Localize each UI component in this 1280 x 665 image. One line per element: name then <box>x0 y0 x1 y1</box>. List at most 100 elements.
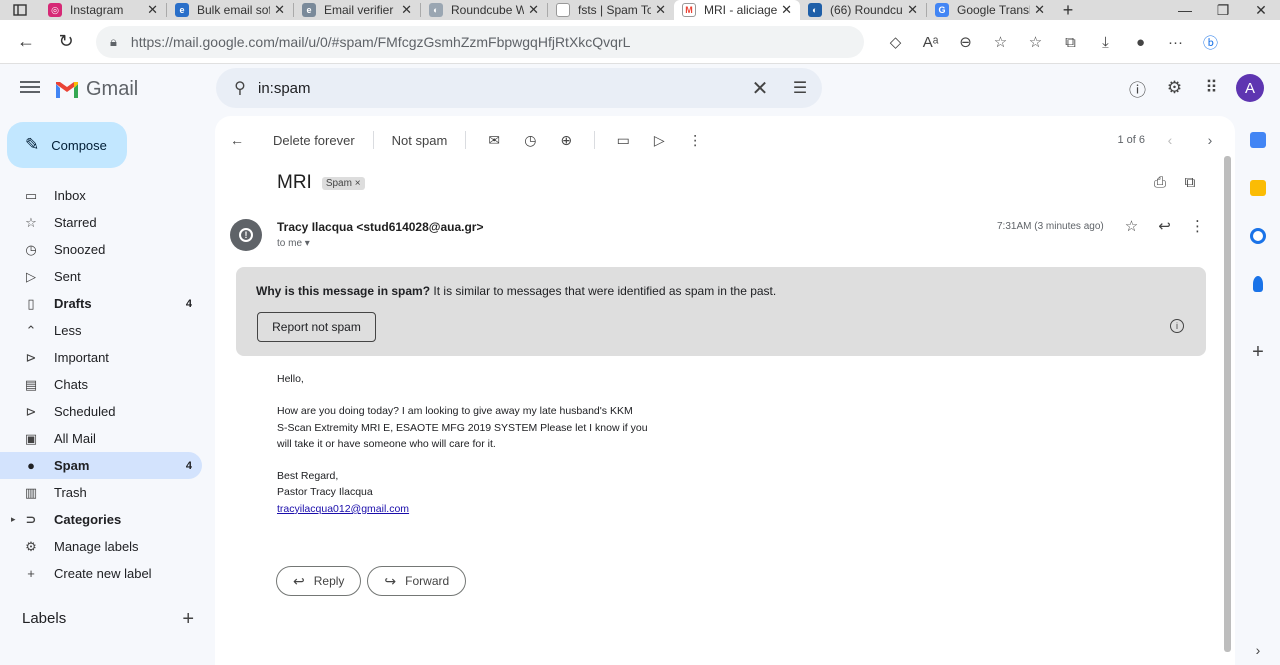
sidebar-item-starred[interactable]: ☆ Starred <box>0 209 202 236</box>
favorites-icon[interactable]: ☆ <box>1018 33 1053 51</box>
move-to-icon[interactable]: ▭ <box>605 132 641 149</box>
tracking-icon[interactable]: ◇ <box>878 33 913 51</box>
more-vert-icon[interactable]: ⋮ <box>1181 217 1214 235</box>
print-icon[interactable]: ⎙ <box>1145 174 1175 191</box>
browser-tab[interactable]: e Bulk email sof ✕ <box>167 0 293 20</box>
get-addons-icon[interactable]: + <box>1236 341 1280 364</box>
search-icon[interactable]: ⚲ <box>222 78 258 98</box>
label-as-icon[interactable]: ▷ <box>641 132 677 149</box>
browser-tab[interactable]: ◐ Roundcube W ✕ <box>421 0 547 20</box>
gmail-logo[interactable]: Gmail <box>54 78 138 101</box>
report-not-spam-button[interactable]: Report not spam <box>257 312 376 342</box>
sidebar-item-important[interactable]: ⊳ Important <box>0 344 202 371</box>
open-new-window-icon[interactable]: ⧉ <box>1175 174 1205 191</box>
tab-close-icon[interactable]: ✕ <box>401 2 412 18</box>
help-icon[interactable]: ⓘ <box>1119 76 1156 101</box>
sidebar-item-scheduled[interactable]: ⊳ Scheduled <box>0 398 202 425</box>
sidebar-item-snoozed[interactable]: ◷ Snoozed <box>0 236 202 263</box>
close-window-icon[interactable]: ✕ <box>1242 0 1280 20</box>
sidebar-item-create-new-label[interactable]: + Create new label <box>0 560 202 587</box>
tab-close-icon[interactable]: ✕ <box>274 2 285 18</box>
settings-gear-icon[interactable]: ⚙ <box>1156 78 1193 98</box>
main-menu-icon[interactable] <box>20 78 40 98</box>
expand-panel-icon[interactable]: › <box>1236 642 1280 658</box>
address-bar[interactable]: 🔒︎ https://mail.google.com/mail/u/0/#spa… <box>96 26 864 58</box>
sender-name[interactable]: Tracy Ilacqua <stud614028@aua.gr> <box>277 220 483 234</box>
add-task-icon[interactable]: ⊕ <box>548 132 584 149</box>
browser-tab[interactable]: fsts | Spam To ✕ <box>548 0 674 20</box>
chevron-up-icon: ⌃ <box>25 322 37 338</box>
tab-close-icon[interactable]: ✕ <box>781 2 792 18</box>
search-bar[interactable]: ⚲ in:spam ✕ ☰ <box>216 68 822 108</box>
sidebar-item-label: Scheduled <box>54 404 116 419</box>
tasks-icon[interactable] <box>1236 212 1280 260</box>
mark-unread-icon[interactable]: ✉ <box>476 132 512 149</box>
downloads-icon[interactable]: ⤓ <box>1088 34 1123 51</box>
compose-button[interactable]: ✎ Compose <box>7 122 127 168</box>
star-icon[interactable]: ☆ <box>1115 217 1148 235</box>
keep-icon[interactable] <box>1236 164 1280 212</box>
inbox-icon: ▭ <box>24 187 38 203</box>
tab-close-icon[interactable]: ✕ <box>907 2 918 18</box>
reply-arrow-icon: ↩ <box>293 572 305 589</box>
favorite-add-icon[interactable]: ☆ <box>983 33 1018 51</box>
search-input[interactable]: in:spam <box>258 80 742 97</box>
forward-button[interactable]: ↪ Forward <box>367 566 467 596</box>
new-tab-button[interactable]: + <box>1053 0 1083 21</box>
more-menu-icon[interactable]: ··· <box>1158 34 1193 51</box>
browser-tab[interactable]: ◎ Instagram ✕ <box>40 0 166 20</box>
tab-close-icon[interactable]: ✕ <box>528 2 539 18</box>
collections-icon[interactable]: ⧉ <box>1053 34 1088 51</box>
bing-icon[interactable]: ⓑ <box>1193 32 1228 53</box>
snooze-icon[interactable]: ◷ <box>512 132 548 149</box>
sidebar-item-spam[interactable]: ● Spam 4 <box>0 452 202 479</box>
more-options-icon[interactable]: ⋮ <box>677 132 713 149</box>
sidebar-item-inbox[interactable]: ▭ Inbox <box>0 182 202 209</box>
sidebar-item-manage-labels[interactable]: ⚙ Manage labels <box>0 533 202 560</box>
tab-close-icon[interactable]: ✕ <box>147 2 158 18</box>
expand-caret-icon[interactable]: ▸ <box>11 514 16 525</box>
sidebar-item-categories[interactable]: ▸ ⊃ Categories <box>0 506 202 533</box>
apps-grid-icon[interactable]: ⠿ <box>1193 78 1230 98</box>
tab-close-icon[interactable]: ✕ <box>1034 2 1045 18</box>
scrollbar[interactable] <box>1224 156 1231 652</box>
calendar-icon[interactable] <box>1236 116 1280 164</box>
clear-search-icon[interactable]: ✕ <box>742 76 778 101</box>
not-spam-button[interactable]: Not spam <box>384 133 456 148</box>
spam-label-chip[interactable]: Spam × <box>321 176 365 190</box>
search-options-icon[interactable]: ☰ <box>778 78 822 98</box>
browser-tab[interactable]: ◐ (66) Roundcu ✕ <box>800 0 926 20</box>
back-icon[interactable]: ← <box>6 31 46 52</box>
reply-icon[interactable]: ↩ <box>1148 217 1181 235</box>
tab-close-icon[interactable]: ✕ <box>655 2 666 18</box>
back-to-list-icon[interactable]: ← <box>219 132 255 148</box>
sidebar-item-drafts[interactable]: ▯ Drafts 4 <box>0 290 202 317</box>
recipient-details[interactable]: to me ▾ <box>277 238 310 249</box>
zoom-icon[interactable]: ⊖ <box>948 33 983 51</box>
browser-tab[interactable]: e Email verifier ✕ <box>294 0 420 20</box>
add-label-icon[interactable]: + <box>182 609 194 629</box>
restore-icon[interactable]: ❐ <box>1204 0 1242 20</box>
body-paragraph: How are you doing today? I am looking to… <box>277 403 697 452</box>
refresh-icon[interactable]: ↻ <box>46 31 86 52</box>
reply-button[interactable]: ↩ Reply <box>276 566 362 596</box>
sidebar-item-less[interactable]: ⌃ Less <box>0 317 202 344</box>
sidebar-item-chats[interactable]: ▤ Chats <box>0 371 202 398</box>
delete-forever-button[interactable]: Delete forever <box>265 133 363 148</box>
browser-tab[interactable]: M MRI - aliciage ✕ <box>674 0 800 20</box>
window-menu-icon[interactable] <box>0 0 40 20</box>
side-panel: + › <box>1236 116 1280 665</box>
sidebar-item-sent[interactable]: ▷ Sent <box>0 263 202 290</box>
newer-chevron-icon[interactable]: ‹ <box>1155 132 1185 148</box>
info-icon[interactable]: i <box>1170 319 1184 333</box>
sidebar-item-trash[interactable]: ▥ Trash <box>0 479 202 506</box>
profile-icon[interactable]: ● <box>1123 34 1158 51</box>
account-avatar[interactable]: A <box>1236 74 1264 102</box>
older-chevron-icon[interactable]: › <box>1195 132 1225 148</box>
read-aloud-icon[interactable]: Aᵃ <box>913 34 948 51</box>
signature-email-link[interactable]: tracyilacqua012@gmail.com <box>277 503 409 515</box>
minimize-icon[interactable]: — <box>1166 0 1204 20</box>
sidebar-item-all-mail[interactable]: ▣ All Mail <box>0 425 202 452</box>
contacts-icon[interactable] <box>1236 260 1280 308</box>
browser-tab[interactable]: G Google Transl ✕ <box>927 0 1053 20</box>
